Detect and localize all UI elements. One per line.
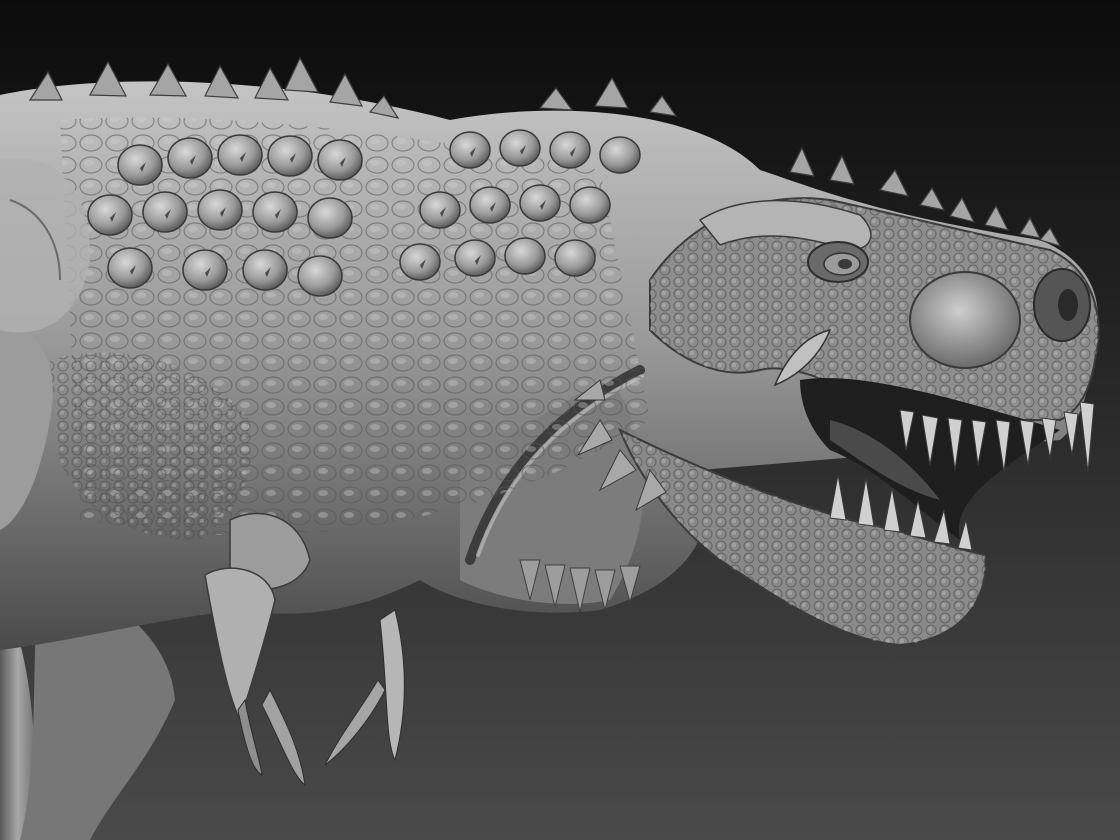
sculpt-render	[0, 0, 1120, 840]
render-viewport	[0, 0, 1120, 840]
nostril-hole	[1058, 289, 1078, 321]
eye	[807, 241, 869, 283]
nasal-boss	[909, 271, 1021, 369]
